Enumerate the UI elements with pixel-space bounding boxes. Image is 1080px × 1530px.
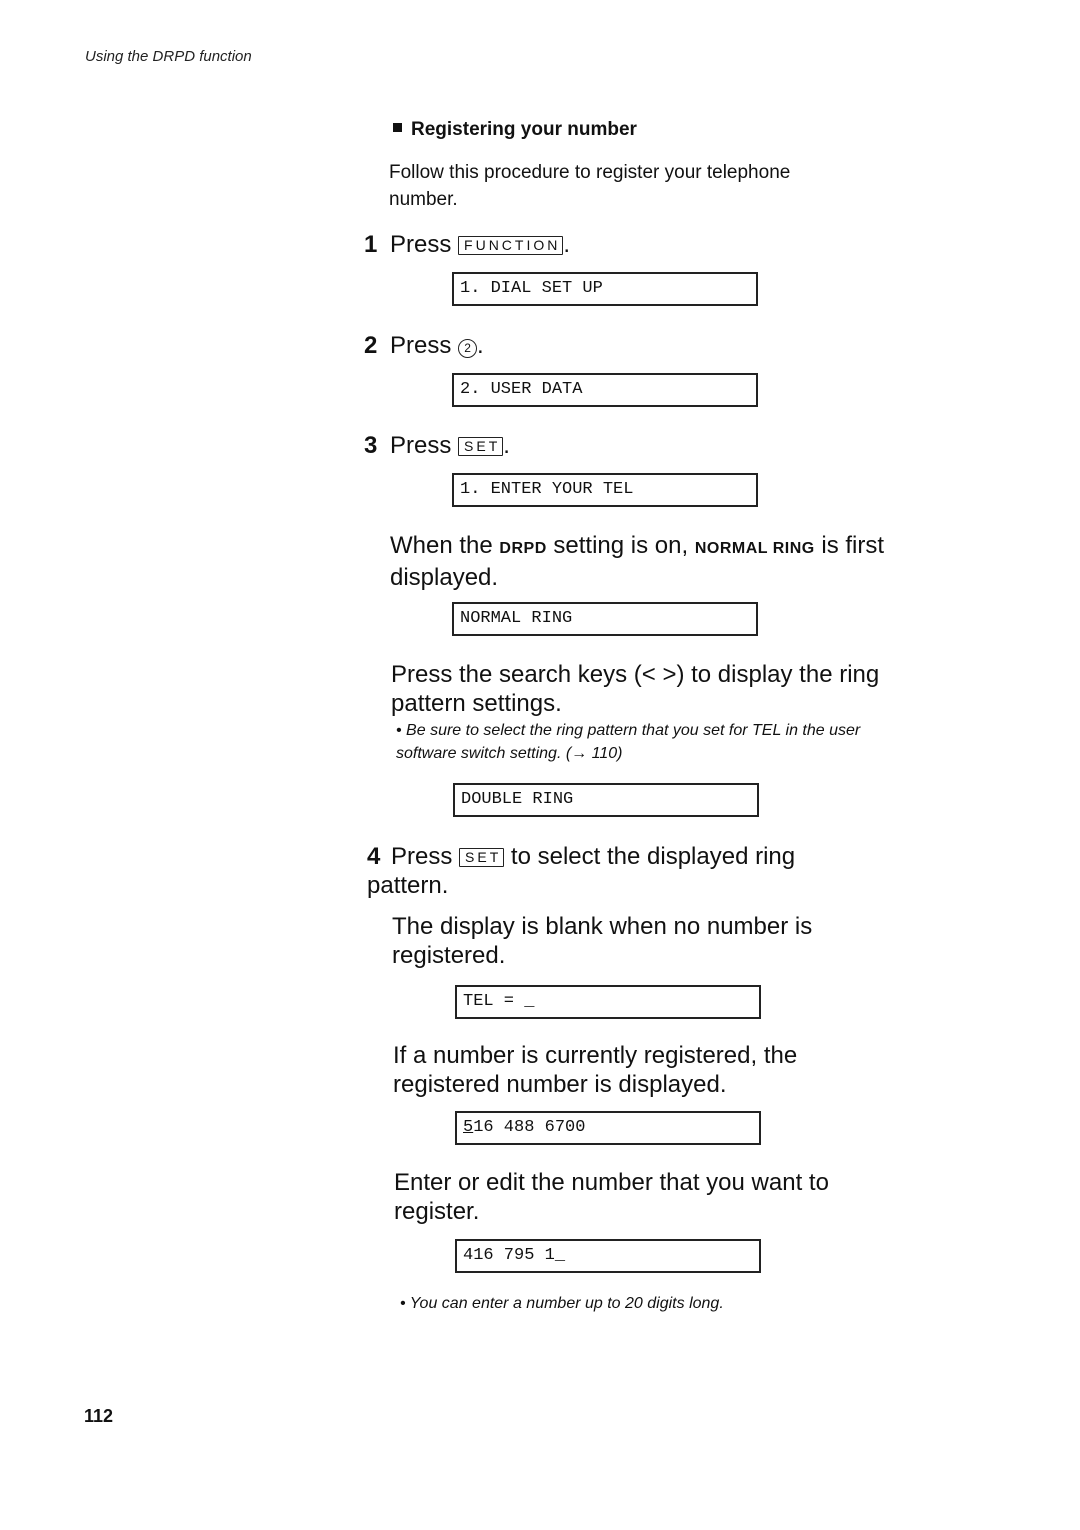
step-text: Press bbox=[390, 332, 452, 359]
step-text: Press bbox=[390, 432, 452, 459]
note-text: You can enter a number up to 20 digits l… bbox=[409, 1295, 724, 1312]
lcd-text: 416 795 1 bbox=[463, 1246, 555, 1265]
lcd-display-double-ring: DOUBLE RING bbox=[453, 783, 759, 817]
step-text: Press bbox=[390, 231, 452, 258]
page-number: 112 bbox=[84, 1406, 114, 1426]
section-title-text: Registering your number bbox=[411, 119, 637, 140]
lcd-display-dial-set-up: 1. DIAL SET UP bbox=[452, 272, 758, 306]
step-suffix: . bbox=[477, 332, 484, 359]
step-4: 4 Press SET to select the displayed ring … bbox=[367, 842, 877, 900]
bullet-icon: • bbox=[396, 722, 407, 739]
step-2: 2 Press 2. bbox=[364, 331, 484, 360]
search-keys-paragraph: Press the search keys (< >) to display t… bbox=[391, 661, 880, 717]
set-key: SET bbox=[459, 848, 505, 867]
drpd-paragraph: When the DRPD setting is on, NORMAL RING… bbox=[390, 531, 890, 592]
step-number: 3 bbox=[364, 432, 378, 459]
cursor-char: 5 bbox=[463, 1118, 474, 1137]
cursor: _ bbox=[554, 1246, 566, 1265]
step-suffix: . bbox=[503, 432, 510, 459]
term-normal-ring: NORMAL RING bbox=[694, 540, 815, 557]
lcd-display-enter-your-tel: 1. ENTER YOUR TEL bbox=[452, 473, 758, 507]
function-key: FUNCTION bbox=[458, 236, 564, 255]
text: setting is on, bbox=[546, 532, 695, 559]
intro-text: Follow this procedure to register your t… bbox=[389, 162, 791, 210]
lcd-display-tel-blank: TEL = _ bbox=[455, 985, 761, 1019]
step-1: 1 Press FUNCTION. bbox=[364, 230, 570, 259]
cursor: _ bbox=[524, 992, 535, 1011]
ring-pattern-note: • Be sure to select the ring pattern tha… bbox=[396, 719, 916, 765]
lcd-text: 16 488 6700 bbox=[473, 1118, 586, 1137]
step-3: 3 Press SET. bbox=[364, 431, 510, 460]
number-key-2-icon: 2 bbox=[458, 339, 478, 358]
edit-number-paragraph: Enter or edit the number that you want t… bbox=[394, 1169, 829, 1225]
lcd-display-edit-number: 416 795 1_ bbox=[455, 1239, 761, 1273]
running-head: Using the DRPD function bbox=[85, 48, 252, 65]
term-drpd: DRPD bbox=[499, 540, 547, 557]
step-number: 4 bbox=[367, 843, 381, 870]
lcd-display-user-data: 2. USER DATA bbox=[452, 373, 758, 407]
bullet-icon: • bbox=[400, 1295, 410, 1312]
blank-display-paragraph: The display is blank when no number is r… bbox=[392, 913, 813, 969]
lcd-display-registered-number: 516 488 6700 bbox=[455, 1111, 761, 1145]
step-number: 2 bbox=[364, 332, 378, 359]
set-key: SET bbox=[458, 437, 504, 456]
section-title: Registering your number bbox=[393, 119, 637, 141]
registered-number-paragraph: If a number is currently registered, the… bbox=[393, 1042, 798, 1098]
note-text: Be sure to select the ring pattern that … bbox=[396, 722, 861, 762]
text: When the bbox=[390, 532, 500, 559]
square-bullet-icon bbox=[393, 123, 402, 132]
step-suffix: . bbox=[563, 231, 571, 258]
step-text: Press bbox=[391, 843, 453, 870]
step-number: 1 bbox=[364, 231, 378, 258]
digit-limit-note: • You can enter a number up to 20 digits… bbox=[400, 1292, 920, 1315]
lcd-display-normal-ring: NORMAL RING bbox=[452, 602, 758, 636]
lcd-text: TEL = bbox=[463, 992, 525, 1011]
